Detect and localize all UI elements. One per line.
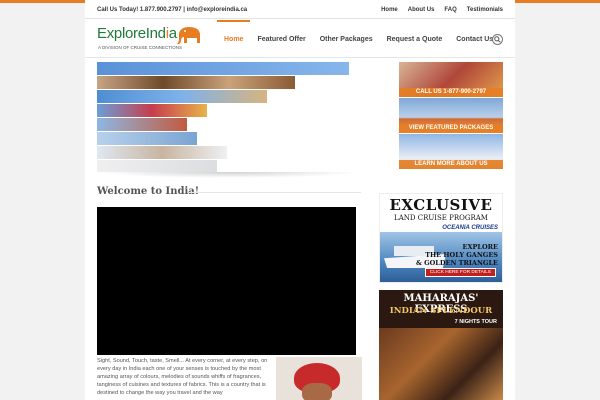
cruise-ad-headline: EXCLUSIVE: [389, 196, 493, 214]
maharajas-express-ad[interactable]: MAHARAJAS' EXPRESS INDIAN SPLENDOUR 7 NI…: [379, 290, 503, 400]
cruise-brand: OCEANIA CRUISES: [442, 225, 498, 231]
slider-strip: [97, 90, 267, 103]
top-link-home[interactable]: Home: [381, 7, 398, 13]
logo[interactable]: ExploreIndia A DIVISION OF CRUISE CONNEC…: [97, 25, 207, 55]
hero-slider[interactable]: [97, 62, 361, 172]
search-button[interactable]: [492, 34, 503, 45]
promo-call-us-label: CALL US 1-877-900-2797: [399, 88, 503, 97]
top-link-faq[interactable]: FAQ: [444, 7, 456, 13]
contact-info: Call Us Today! 1.877.900.2797 | info@exp…: [97, 7, 248, 13]
explore-line-1: EXPLORE: [462, 243, 498, 251]
promo-featured-packages[interactable]: VIEW FEATURED PACKAGES: [399, 98, 503, 133]
cruise-ad-explore: EXPLORE THE HOLY GANGES & GOLDEN TRIANGL…: [416, 243, 498, 267]
logo-word-explore: Explore: [97, 25, 146, 42]
face-shape: [302, 383, 332, 400]
main-nav: Home Featured Offer Other Packages Reque…: [217, 20, 500, 58]
slider-strip: [97, 132, 197, 145]
cruise-ad-banner[interactable]: EXCLUSIVE LAND CRUISE PROGRAM OCEANIA CR…: [379, 193, 503, 283]
nav-featured-offer[interactable]: Featured Offer: [250, 20, 312, 58]
cruise-details-button[interactable]: CLICK HERE FOR DETAILS: [424, 268, 496, 277]
top-nav: Home About Us FAQ Testimonials: [381, 7, 503, 13]
top-link-testimonials[interactable]: Testimonials: [467, 7, 503, 13]
promo-learn-more[interactable]: LEARN MORE ABOUT US: [399, 134, 503, 169]
header: ExploreIndia A DIVISION OF CRUISE CONNEC…: [85, 20, 515, 58]
train-ad-subtitle: INDIAN SPLENDOUR: [389, 306, 493, 316]
video-player[interactable]: [97, 207, 356, 355]
portrait-image: [276, 357, 362, 400]
cruise-ad-subhead: LAND CRUISE PROGRAM: [394, 214, 488, 222]
logo-tagline: A DIVISION OF CRUISE CONNECTIONS: [98, 45, 183, 50]
train-ad-tour: 7 NIGHTS TOUR: [454, 319, 497, 325]
nav-other-packages[interactable]: Other Packages: [313, 20, 380, 58]
promo-learn-more-label: LEARN MORE ABOUT US: [399, 160, 503, 169]
page-title: Welcome to India!: [97, 186, 200, 197]
dining-scene-image: [379, 328, 503, 400]
promo-call-us[interactable]: CALL US 1-877-900-2797: [399, 62, 503, 97]
explore-line-3: & GOLDEN TRIANGLE: [415, 259, 498, 267]
top-link-about[interactable]: About Us: [408, 7, 435, 13]
elephant-icon: [177, 27, 200, 45]
title-divider: [189, 192, 361, 193]
promo-featured-packages-label: VIEW FEATURED PACKAGES: [399, 124, 503, 133]
nav-home[interactable]: Home: [217, 20, 251, 58]
intro-paragraph: Sight, Sound, Touch, taste, Smell... At …: [97, 358, 268, 396]
slider-shadow: [97, 172, 361, 178]
slider-strip: [97, 62, 349, 75]
logo-wordmark: ExploreIndia: [97, 25, 177, 42]
page-container: Call Us Today! 1.877.900.2797 | info@exp…: [85, 0, 515, 400]
search-icon: [494, 36, 501, 43]
slider-strip: [97, 160, 217, 172]
slider-strip: [97, 104, 207, 117]
slider-strip: [97, 118, 187, 131]
top-bar: Call Us Today! 1.877.900.2797 | info@exp…: [85, 3, 515, 19]
slider-strip: [97, 76, 295, 89]
slider-strip: [97, 146, 227, 159]
nav-request-quote[interactable]: Request a Quote: [380, 20, 450, 58]
logo-word-ind: Ind: [145, 25, 166, 42]
explore-line-2: THE HOLY GANGES: [425, 251, 498, 259]
